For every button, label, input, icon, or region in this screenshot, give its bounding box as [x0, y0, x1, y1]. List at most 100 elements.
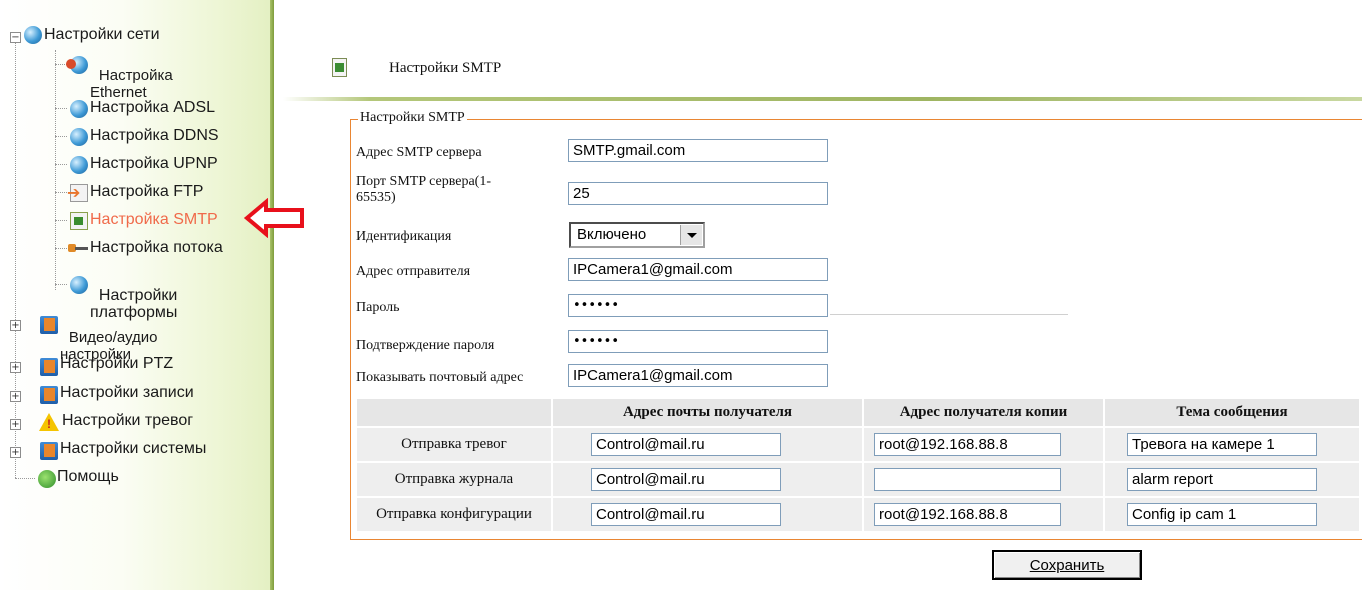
smtp-server-input[interactable]: [568, 139, 828, 162]
sidebar-border: [270, 0, 274, 590]
show-address-input[interactable]: [568, 364, 828, 387]
sidebar-item-label: Настройка ADSL: [90, 99, 216, 116]
sidebar-item-record[interactable]: Настройки записи: [60, 384, 194, 401]
smtp-port-input[interactable]: [568, 182, 828, 205]
password-confirm-input[interactable]: [568, 330, 828, 353]
sidebar-item-upnp[interactable]: Настройка UPNP: [90, 155, 218, 172]
recipient-cc-input[interactable]: [874, 468, 1061, 491]
sidebar-item-ftp[interactable]: Настройка FTP: [90, 183, 203, 200]
sidebar-item-adsl[interactable]: Настройка ADSL: [90, 99, 215, 116]
collapse-toggle[interactable]: −: [10, 32, 21, 43]
folder-icon: [40, 386, 58, 404]
row-label: Отправка тревог: [357, 428, 551, 461]
pointer-arrow-icon: [244, 198, 304, 238]
row-label: Отправка журнала: [357, 463, 551, 496]
table-header-row: Адрес почты получателя Адрес получателя …: [357, 399, 1359, 426]
show-address-label: Показывать почтовый адрес: [356, 370, 524, 385]
sidebar-item-label: Настройка SMTP: [90, 211, 218, 228]
globe-icon: [70, 128, 88, 146]
auth-select[interactable]: Включено: [569, 222, 705, 248]
column-header: [357, 399, 551, 426]
expand-toggle[interactable]: +: [10, 391, 21, 402]
password-confirm-label: Подтверждение пароля: [356, 338, 495, 353]
sidebar-item-network[interactable]: Настройки сети: [44, 26, 160, 43]
page-title: Настройки SMTP: [389, 60, 502, 76]
group-legend: Настройки SMTP: [358, 110, 467, 126]
table-row: Отправка тревог: [357, 428, 1359, 461]
row-label: Отправка конфигурации: [357, 498, 551, 531]
save-button-label: Сохранить: [1029, 556, 1105, 574]
tree-connector: [15, 42, 16, 478]
sidebar-item-help[interactable]: Помощь: [57, 468, 119, 485]
sidebar-item-ethernet[interactable]: Настройка Ethernet: [90, 50, 173, 101]
sender-input[interactable]: [568, 258, 828, 281]
folder-icon: [40, 442, 58, 460]
sidebar-item-ptz[interactable]: Настройки PTZ: [60, 355, 173, 372]
table-cell: [1105, 463, 1359, 496]
tree-connector: [55, 108, 67, 109]
sidebar-item-system[interactable]: Настройки системы: [60, 440, 206, 457]
tree-connector: [55, 220, 67, 221]
sidebar-item-label: Настройка FTP: [90, 183, 204, 200]
table-cell: [553, 428, 862, 461]
tree-connector: [55, 164, 67, 165]
smtp-server-label: Адрес SMTP сервера: [356, 145, 482, 160]
globe-icon: [70, 100, 88, 118]
column-header: Тема сообщения: [1105, 399, 1359, 426]
help-icon: [38, 470, 56, 488]
recipient-cc-input[interactable]: [874, 433, 1061, 456]
table-row: Отправка конфигурации: [357, 498, 1359, 531]
auth-label: Идентификация: [356, 229, 452, 244]
table-cell: [864, 428, 1103, 461]
sidebar-item-label: Настройки сети: [44, 26, 160, 43]
tree-connector: [55, 284, 67, 285]
sidebar-item-label: Настройки системы: [60, 440, 207, 457]
table-row: Отправка журнала: [357, 463, 1359, 496]
table-cell: [864, 498, 1103, 531]
sender-label: Адрес отправителя: [356, 264, 471, 279]
tree-connector: [15, 478, 35, 479]
subject-input[interactable]: [1127, 468, 1317, 491]
expand-toggle[interactable]: +: [10, 447, 21, 458]
sidebar-item-label: Настройка потока: [90, 239, 223, 256]
column-header: Адрес почты получателя: [553, 399, 862, 426]
table-cell: [553, 498, 862, 531]
password-input[interactable]: [568, 294, 828, 317]
table-cell: [864, 463, 1103, 496]
sidebar-item-stream[interactable]: Настройка потока: [90, 239, 223, 256]
tree-connector: [55, 136, 67, 137]
sidebar-item-label: Настройки тревог: [62, 412, 194, 429]
sidebar-item-ddns[interactable]: Настройка DDNS: [90, 127, 219, 144]
recipient-to-input[interactable]: [591, 503, 781, 526]
subject-input[interactable]: [1127, 503, 1317, 526]
table-cell: [1105, 498, 1359, 531]
expand-toggle[interactable]: +: [10, 320, 21, 331]
recipient-cc-input[interactable]: [874, 503, 1061, 526]
divider: [830, 314, 1068, 315]
password-label: Пароль: [356, 300, 400, 315]
recipients-table: Адрес почты получателя Адрес получателя …: [355, 397, 1361, 533]
warning-icon: !: [47, 417, 51, 431]
document-icon: [70, 212, 88, 230]
sidebar-item-label: Настройка DDNS: [90, 127, 219, 144]
expand-toggle[interactable]: +: [10, 362, 21, 373]
globe-icon: [24, 26, 42, 44]
column-header: Адрес получателя копии: [864, 399, 1103, 426]
wrench-icon: [66, 240, 88, 258]
expand-toggle[interactable]: +: [10, 419, 21, 430]
folder-icon: [40, 316, 58, 334]
header-divider: [283, 97, 1362, 101]
tree-connector: [55, 192, 67, 193]
document-icon: [332, 58, 347, 77]
chevron-down-icon[interactable]: [680, 225, 702, 245]
sidebar-item-smtp[interactable]: Настройка SMTP: [90, 211, 218, 228]
sidebar-item-label: Помощь: [57, 468, 119, 485]
subject-input[interactable]: [1127, 433, 1317, 456]
table-cell: [1105, 428, 1359, 461]
sidebar-item-alarm[interactable]: Настройки тревог: [62, 412, 193, 429]
sidebar-item-label: Настройки записи: [60, 384, 194, 401]
save-button[interactable]: Сохранить: [992, 550, 1142, 580]
recipient-to-input[interactable]: [591, 433, 781, 456]
tree-connector: [55, 50, 56, 290]
recipient-to-input[interactable]: [591, 468, 781, 491]
